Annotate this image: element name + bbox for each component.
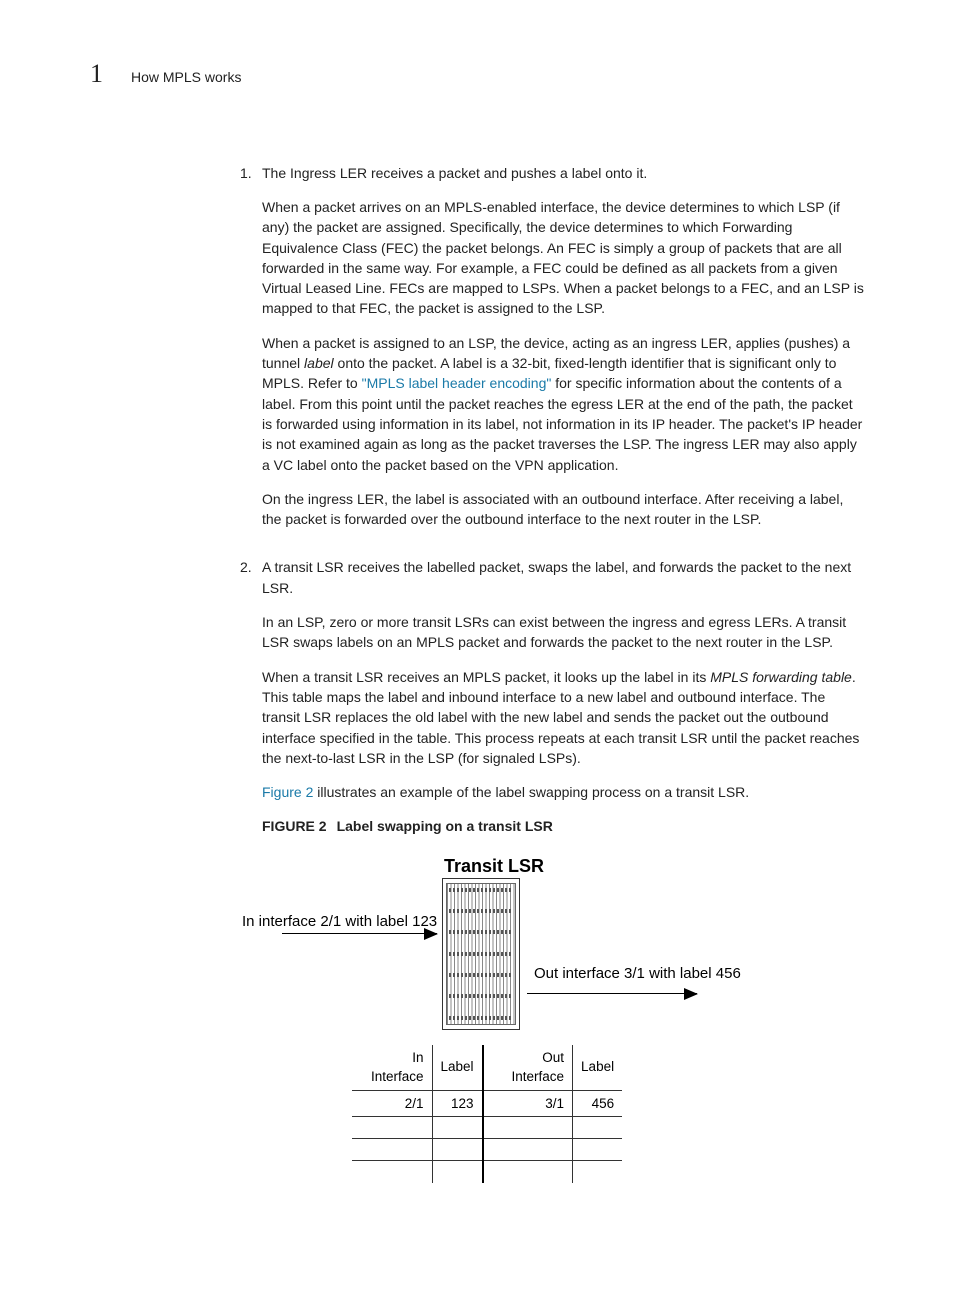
list-item: 1. The Ingress LER receives a packet and… <box>240 163 864 544</box>
italic-text: label <box>304 355 334 371</box>
list-number: 1. <box>240 163 262 544</box>
paragraph: The Ingress LER receives a packet and pu… <box>262 163 864 183</box>
device-graphic <box>446 883 516 1025</box>
table-header-row: In Interface Label Out Interface Label <box>352 1045 622 1091</box>
paragraph: When a packet is assigned to an LSP, the… <box>262 333 864 475</box>
cell: 3/1 <box>483 1090 573 1117</box>
content: 1. The Ingress LER receives a packet and… <box>240 163 864 1223</box>
page-header: 1 How MPLS works <box>90 55 864 93</box>
label-table: In Interface Label Out Interface Label 2… <box>352 1045 622 1183</box>
cell: 456 <box>573 1090 623 1117</box>
cross-ref-link[interactable]: "MPLS label header encoding" <box>362 375 552 391</box>
arrow-out-icon <box>527 993 697 994</box>
cell: 2/1 <box>352 1090 432 1117</box>
col-in-interface: In Interface <box>352 1045 432 1091</box>
figure-caption: FIGURE 2 Label swapping on a transit LSR <box>262 816 864 836</box>
cross-ref-link[interactable]: Figure 2 <box>262 784 313 800</box>
table-row <box>352 1117 622 1139</box>
in-interface-label: In interface 2/1 with label 123 <box>242 911 437 933</box>
arrow-in-icon <box>282 933 437 934</box>
paragraph: On the ingress LER, the label is associa… <box>262 489 864 530</box>
col-out-interface: Out Interface <box>483 1045 573 1091</box>
ordered-list: 1. The Ingress LER receives a packet and… <box>240 163 864 1223</box>
chapter-title: How MPLS works <box>131 67 241 87</box>
paragraph: Figure 2 illustrates an example of the l… <box>262 782 864 802</box>
figure-title: Transit LSR <box>444 853 544 879</box>
table-row <box>352 1161 622 1183</box>
table-row <box>352 1139 622 1161</box>
col-label-in: Label <box>432 1045 483 1091</box>
figure: Transit LSR In interface 2/1 with label … <box>252 853 864 1223</box>
out-interface-label: Out interface 3/1 with label 456 <box>534 963 741 985</box>
text: When a transit LSR receives an MPLS pack… <box>262 669 710 685</box>
list-item: 2. A transit LSR receives the labelled p… <box>240 557 864 1222</box>
text: illustrates an example of the label swap… <box>313 784 749 800</box>
table-row: 2/1 123 3/1 456 <box>352 1090 622 1117</box>
italic-text: MPLS forwarding table <box>710 669 852 685</box>
page: 1 How MPLS works 1. The Ingress LER rece… <box>0 0 954 1297</box>
figure-label: FIGURE 2 <box>262 818 327 834</box>
paragraph: In an LSP, zero or more transit LSRs can… <box>262 612 864 653</box>
list-body: The Ingress LER receives a packet and pu… <box>262 163 864 544</box>
paragraph: When a transit LSR receives an MPLS pack… <box>262 667 864 768</box>
col-label-out: Label <box>573 1045 623 1091</box>
device-icon <box>442 878 520 1030</box>
chapter-number: 1 <box>90 55 103 93</box>
figure-caption-text: Label swapping on a transit LSR <box>337 818 553 834</box>
list-body: A transit LSR receives the labelled pack… <box>262 557 864 1222</box>
paragraph: When a packet arrives on an MPLS-enabled… <box>262 197 864 319</box>
cell: 123 <box>432 1090 483 1117</box>
paragraph: A transit LSR receives the labelled pack… <box>262 557 864 598</box>
